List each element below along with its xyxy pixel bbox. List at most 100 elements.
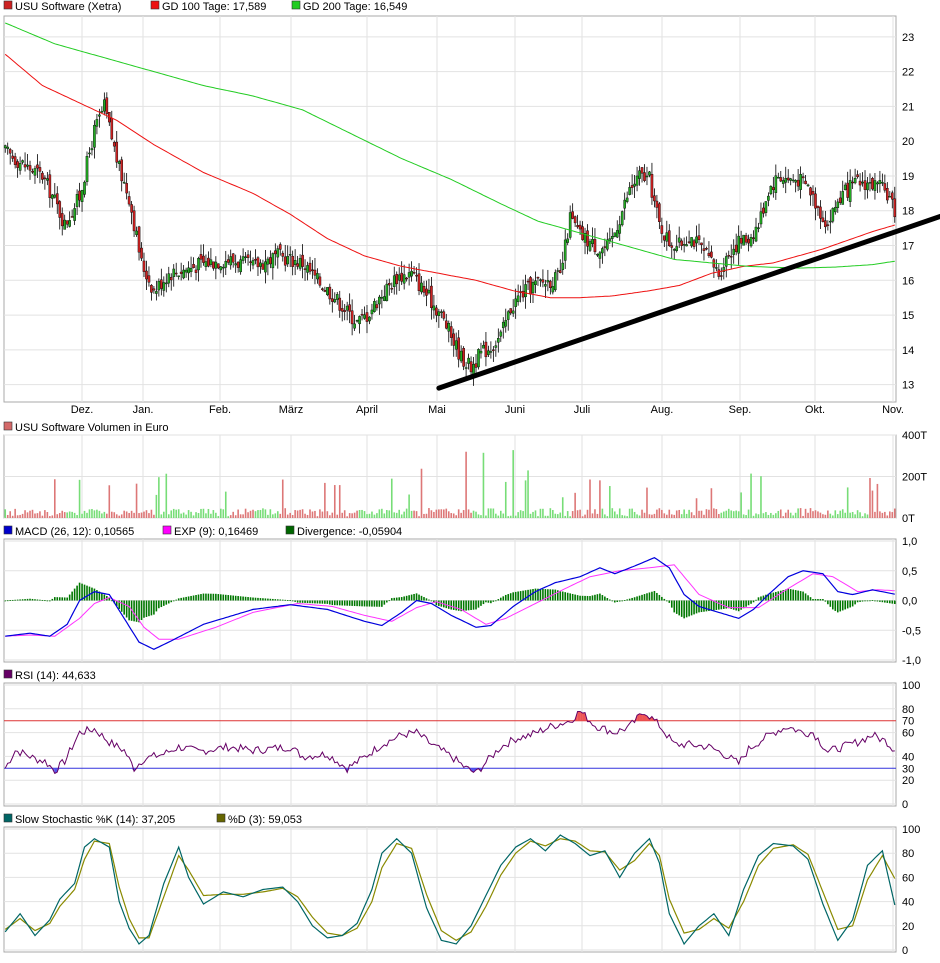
candle-body	[81, 190, 83, 202]
candle-body	[752, 238, 754, 239]
divergence-bar	[795, 590, 797, 600]
candle-body	[143, 261, 145, 272]
candle-body	[138, 227, 140, 252]
candle-body	[202, 256, 204, 263]
volume-bar	[527, 470, 529, 518]
volume-bar	[740, 492, 742, 518]
volume-bar	[369, 514, 371, 518]
divergence-bar	[418, 595, 420, 601]
candle-body	[619, 225, 621, 234]
candle-body	[658, 204, 660, 222]
candle-body	[212, 262, 214, 268]
rsi-overbought-fill	[642, 714, 644, 720]
macd-ytick: 0,5	[902, 566, 917, 578]
divergence-bar	[671, 601, 673, 608]
candle-body	[762, 208, 764, 213]
volume-bar	[37, 513, 39, 518]
rsi-legend-label-0: RSI (14): 44,633	[15, 670, 96, 682]
volume-bar	[478, 514, 480, 518]
divergence-bar	[450, 601, 452, 610]
candle-body	[150, 285, 152, 292]
divergence-bar	[550, 589, 552, 600]
divergence-bar	[498, 599, 500, 600]
candle-body	[86, 156, 88, 181]
candle-body	[225, 261, 227, 267]
candle-body	[842, 191, 844, 204]
divergence-bar	[780, 591, 782, 601]
divergence-bar	[842, 601, 844, 611]
candle-body	[311, 270, 313, 271]
divergence-bar	[661, 597, 663, 601]
divergence-bar	[854, 601, 856, 605]
volume-bar	[188, 510, 190, 518]
candle-body	[78, 191, 80, 200]
candle-body	[515, 299, 517, 307]
divergence-bar	[527, 590, 529, 601]
candle-body	[252, 260, 254, 265]
volume-bar	[52, 515, 54, 518]
candle-body	[222, 267, 224, 268]
divergence-bar	[324, 601, 326, 604]
candle-body	[180, 272, 182, 274]
volume-bar	[218, 516, 220, 518]
candle-body	[247, 255, 249, 258]
macd-ytick: -1,0	[902, 655, 921, 667]
candle-body	[131, 204, 133, 212]
divergence-bar	[597, 594, 599, 600]
divergence-bar	[22, 599, 24, 600]
volume-bar	[810, 508, 812, 518]
divergence-bar	[480, 601, 482, 606]
divergence-bar	[346, 601, 348, 606]
candle-body	[695, 237, 697, 243]
divergence-bar	[745, 601, 747, 607]
volume-bar	[664, 513, 666, 518]
divergence-bar	[572, 594, 574, 601]
divergence-bar	[245, 597, 247, 601]
divergence-bar	[262, 598, 264, 600]
divergence-bar	[490, 601, 492, 604]
volume-bar	[587, 510, 589, 518]
candle-body	[56, 194, 58, 204]
volume-bar	[800, 508, 802, 518]
candle-body	[351, 311, 353, 324]
stoch-ytick: 0	[902, 945, 908, 957]
candle-body	[780, 177, 782, 181]
divergence-bar	[599, 594, 601, 601]
divergence-bar	[126, 601, 128, 618]
candle-body	[772, 187, 774, 189]
volume-bar	[245, 509, 247, 518]
volume-bar	[4, 509, 6, 518]
divergence-bar	[388, 600, 390, 601]
candle-body	[163, 283, 165, 291]
divergence-bar	[468, 601, 470, 611]
volume-bar	[753, 516, 755, 518]
volume-bar	[287, 515, 289, 518]
candle-body	[287, 256, 289, 264]
candle-body	[616, 230, 618, 237]
divergence-bar	[240, 596, 242, 600]
macd-legend-swatch-0	[4, 526, 12, 534]
volume-bar	[582, 516, 584, 518]
volume-bar	[602, 509, 604, 518]
volume-bar	[148, 513, 150, 518]
volume-bar	[66, 512, 68, 518]
volume-bar	[39, 511, 41, 518]
volume-bar	[113, 512, 115, 518]
divergence-bar	[344, 601, 346, 606]
candle-body	[527, 281, 529, 282]
volume-bar	[795, 513, 797, 518]
volume-bar	[401, 514, 403, 518]
divergence-bar	[864, 601, 866, 602]
divergence-bar	[493, 601, 495, 602]
candle-body	[135, 231, 137, 235]
volume-bar	[483, 453, 485, 518]
divergence-bar	[778, 591, 780, 600]
candle-body	[651, 174, 653, 197]
candle-body	[168, 274, 170, 283]
candle-body	[9, 149, 11, 153]
candle-body	[782, 180, 784, 183]
candle-body	[641, 167, 643, 173]
divergence-bar	[740, 601, 742, 610]
volume-bar	[393, 512, 395, 518]
candle-body	[869, 182, 871, 183]
